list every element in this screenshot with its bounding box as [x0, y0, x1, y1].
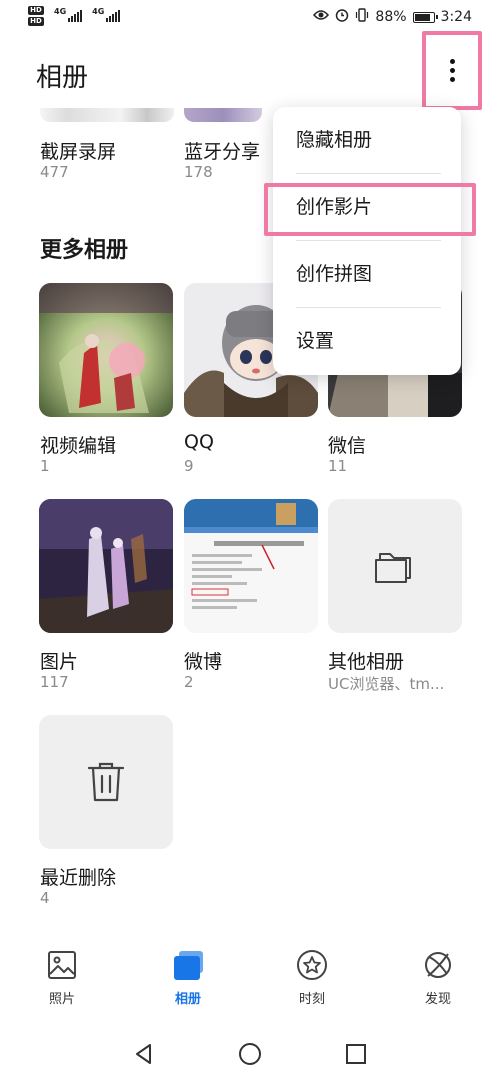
- album-thumb-video-edit[interactable]: [39, 283, 173, 417]
- sim1-tag: HD: [28, 6, 44, 15]
- folder-icon: [374, 548, 416, 584]
- clock-time: 3:24: [440, 9, 472, 25]
- signal-bars-icon: [106, 10, 121, 22]
- album-count: 11: [328, 457, 348, 475]
- options-menu: 隐藏相册 创作影片 创作拼图 设置: [273, 107, 461, 375]
- game-scene-image: [39, 283, 173, 417]
- nav-label: 相册: [174, 992, 201, 1007]
- eye-icon: [313, 9, 330, 25]
- more-options-button[interactable]: [422, 31, 482, 110]
- album-count: 9: [184, 457, 194, 475]
- album-count: 2: [184, 673, 194, 691]
- sim2-tag: HD: [28, 17, 44, 26]
- album-name: 截屏录屏: [40, 141, 117, 163]
- network-1-label: 4G: [54, 7, 67, 16]
- nav-photos[interactable]: 照片: [17, 948, 107, 1007]
- signal-bars-icon: [68, 10, 83, 22]
- album-name: 图片: [40, 651, 79, 673]
- nav-label: 发现: [424, 992, 451, 1007]
- bottom-nav: 照片 相册 时刻 发现: [0, 948, 500, 1018]
- album-thumb-weibo[interactable]: [184, 499, 318, 633]
- recents-icon[interactable]: [344, 1042, 368, 1066]
- nav-label: 时刻: [298, 992, 325, 1007]
- album-name: 其他相册: [328, 651, 405, 673]
- nav-albums[interactable]: 相册: [143, 948, 233, 1007]
- album-count: 117: [40, 673, 69, 691]
- back-icon[interactable]: [132, 1042, 156, 1066]
- alarm-icon: [335, 8, 349, 26]
- star-icon: [297, 950, 327, 980]
- album-name: 蓝牙分享: [184, 141, 261, 163]
- menu-item-hide-album[interactable]: 隐藏相册: [273, 107, 461, 173]
- album-thumb-other[interactable]: [328, 499, 462, 633]
- album-name: QQ: [184, 431, 214, 453]
- network-2-label: 4G: [92, 7, 105, 16]
- system-nav: [0, 1036, 500, 1076]
- signal-2: 4G: [92, 7, 121, 22]
- photo-icon: [48, 951, 76, 979]
- menu-item-settings[interactable]: 设置: [273, 308, 461, 374]
- battery-percent: 88%: [375, 9, 407, 25]
- more-vertical-icon: [449, 59, 455, 64]
- album-thumb-recently-deleted[interactable]: [39, 715, 173, 849]
- menu-item-create-collage[interactable]: 创作拼图: [273, 241, 461, 307]
- album-count: 477: [40, 163, 69, 181]
- menu-item-create-movie[interactable]: 创作影片: [273, 174, 461, 240]
- status-left: HD HD 4G 4G: [28, 6, 121, 26]
- sim-tags: HD HD: [28, 6, 44, 26]
- album-name: 微信: [328, 435, 367, 457]
- home-icon[interactable]: [238, 1042, 262, 1066]
- nav-label: 照片: [48, 992, 75, 1007]
- signal-1: 4G: [54, 7, 83, 22]
- nav-moments[interactable]: 时刻: [267, 948, 357, 1007]
- album-name: 微博: [184, 651, 223, 673]
- vibrate-icon: [355, 8, 369, 26]
- album-count: 178: [184, 163, 213, 181]
- album-name: 视频编辑: [40, 435, 117, 457]
- game-characters-image: [39, 499, 173, 633]
- album-name: 最近删除: [40, 867, 117, 889]
- trash-icon: [86, 760, 126, 804]
- section-title: 更多相册: [40, 238, 129, 263]
- status-right: 88% 3:24: [313, 8, 472, 26]
- battery-icon: [412, 11, 438, 23]
- album-thumb-pictures[interactable]: [39, 499, 173, 633]
- nav-discover[interactable]: 发现: [393, 948, 483, 1007]
- album-count: 4: [40, 889, 50, 907]
- discover-icon: [425, 952, 451, 978]
- album-thumb-screenshots[interactable]: [40, 108, 174, 122]
- album-count: UC浏览器、tm...: [328, 675, 445, 693]
- album-count: 1: [40, 457, 50, 475]
- album-thumb-bluetooth[interactable]: [184, 108, 262, 122]
- page-title: 相册: [36, 63, 89, 93]
- album-icon: [174, 951, 203, 980]
- webpage-screenshot-image: [184, 499, 318, 633]
